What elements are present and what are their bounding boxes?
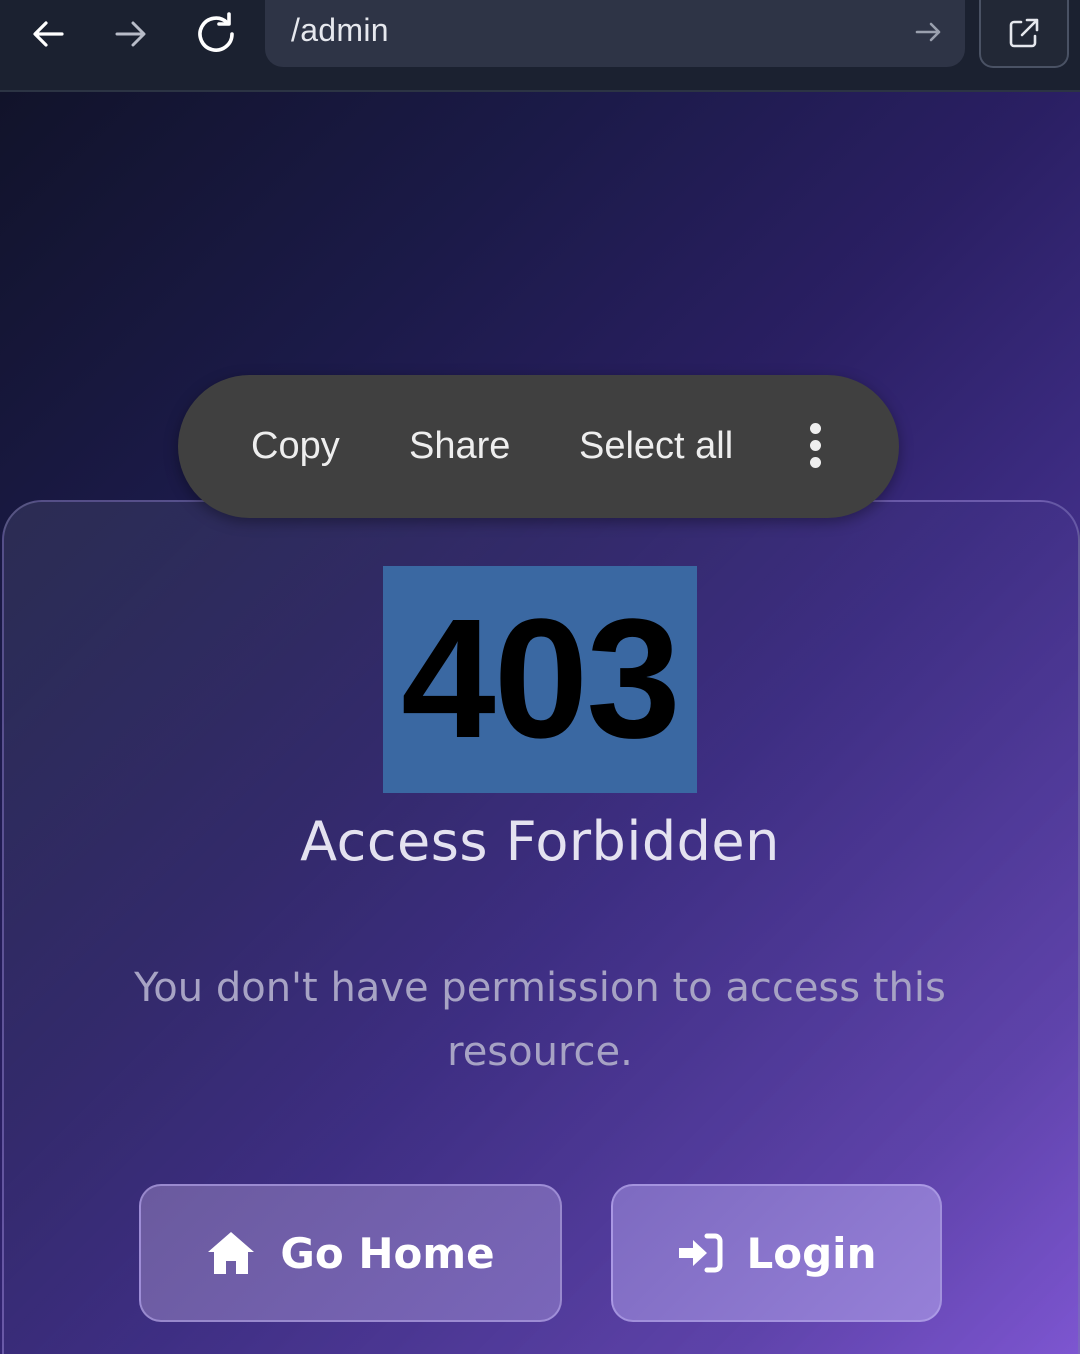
login-label: Login [746,1228,877,1278]
reload-icon [198,12,234,52]
arrow-right-icon [915,22,941,42]
error-message: You don't have permission to access this… [134,965,946,1075]
url-text: /admin [291,12,389,48]
reload-button[interactable] [186,4,246,64]
copy-menu-item[interactable]: Copy [251,375,340,518]
error-title: Access Forbidden [300,810,780,873]
go-home-button[interactable]: Go Home [139,1184,562,1322]
home-icon [208,1232,255,1274]
open-external-button[interactable] [979,0,1069,68]
sign-in-icon [678,1233,722,1273]
selection-highlight: 403 [383,566,697,793]
external-link-icon [1009,18,1039,48]
more-vertical-icon[interactable] [798,419,832,475]
select-all-menu-item[interactable]: Select all [579,375,733,518]
forward-button[interactable] [101,4,161,64]
address-bar[interactable]: /admin [265,0,965,67]
status-code[interactable]: 403 [383,566,697,793]
browser-toolbar: /admin [0,0,1080,92]
login-button[interactable]: Login [611,1184,942,1322]
back-button[interactable] [18,4,78,64]
arrow-left-icon [33,21,64,47]
share-menu-item[interactable]: Share [409,375,510,518]
arrow-right-icon [115,21,146,47]
text-selection-menu: Copy Share Select all [178,375,899,518]
page-content: 403 Access Forbidden You don't have perm… [0,92,1080,1354]
go-home-label: Go Home [280,1228,495,1278]
go-button[interactable] [913,16,945,52]
